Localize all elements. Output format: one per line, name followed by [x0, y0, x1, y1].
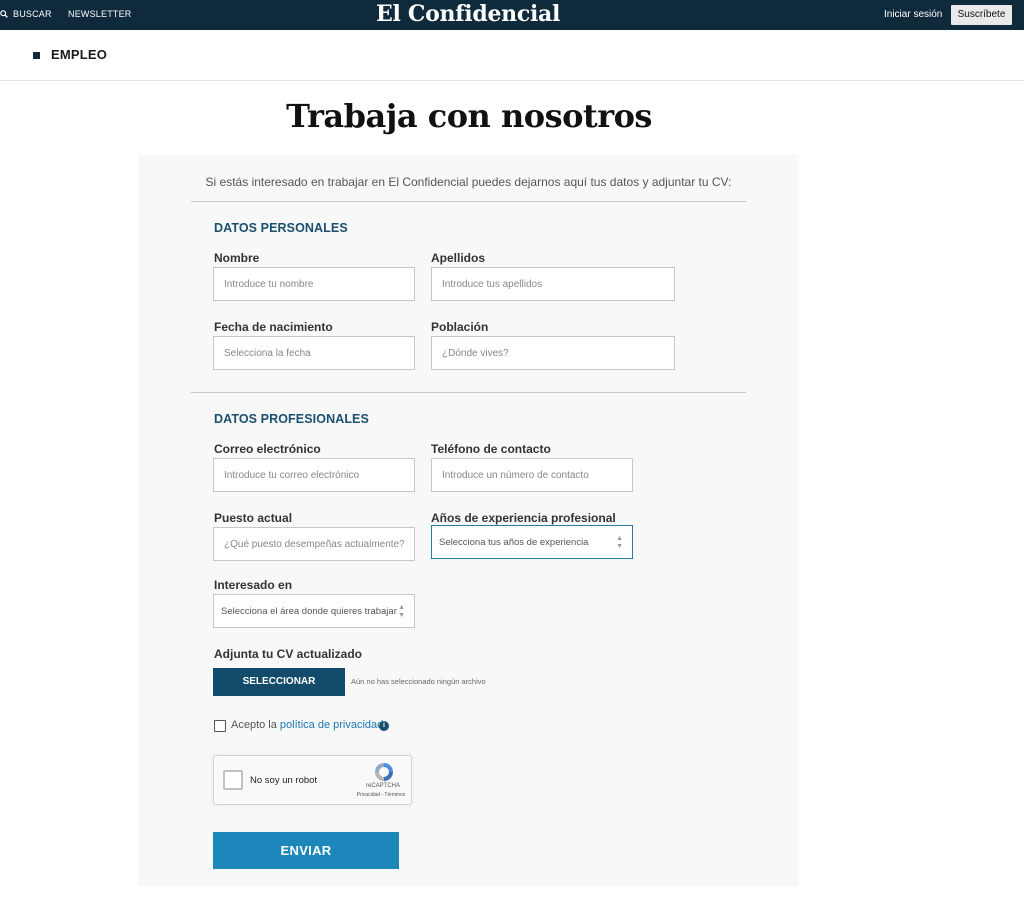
- recaptcha-checkbox[interactable]: [223, 770, 243, 790]
- select-file-button[interactable]: SELECCIONAR: [213, 668, 345, 696]
- divider: [191, 201, 746, 202]
- info-icon[interactable]: i: [379, 721, 389, 731]
- section-bar: EMPLEO: [0, 30, 1024, 81]
- section-bullet-icon: [33, 52, 40, 59]
- subscribe-button[interactable]: Suscríbete: [951, 5, 1012, 25]
- nombre-label: Nombre: [214, 251, 260, 265]
- poblacion-label: Población: [431, 320, 489, 334]
- form-intro: Si estás interesado en trabajar en El Co…: [205, 175, 732, 189]
- recaptcha-logo-icon: [375, 763, 393, 781]
- nombre-input[interactable]: [213, 267, 415, 301]
- recaptcha-terms-link[interactable]: Privacidad - Términos: [350, 792, 412, 798]
- privacy-prefix: Acepto la: [231, 719, 280, 731]
- personal-data-heading: DATOS PERSONALES: [214, 221, 348, 235]
- interesado-selected-value: Selecciona el área donde quieres trabaja…: [221, 605, 397, 617]
- recaptcha-widget: No soy un robot reCAPTCHA Privacidad - T…: [213, 755, 412, 805]
- experiencia-selected-value: Selecciona tus años de experiencia: [439, 536, 589, 548]
- correo-input[interactable]: [213, 458, 415, 492]
- select-arrows-icon: ▲ ▼: [616, 535, 623, 550]
- application-form: Si estás interesado en trabajar en El Co…: [138, 155, 799, 886]
- file-status-text: Aún no has seleccionado ningún archivo: [351, 677, 486, 686]
- select-arrows-icon: ▲ ▼: [398, 604, 405, 619]
- site-logo[interactable]: El Confidencial: [0, 1, 936, 27]
- recaptcha-label: No soy un robot: [250, 775, 318, 786]
- cv-label: Adjunta tu CV actualizado: [214, 647, 363, 661]
- telefono-label: Teléfono de contacto: [431, 442, 551, 456]
- divider: [191, 392, 746, 393]
- privacy-consent-text: Acepto la política de privacidad: [231, 719, 383, 731]
- submit-button[interactable]: ENVIAR: [213, 832, 399, 869]
- telefono-input[interactable]: [431, 458, 633, 492]
- fecha-nacimiento-input[interactable]: [213, 336, 415, 370]
- login-link[interactable]: Iniciar sesión: [884, 9, 942, 20]
- puesto-input[interactable]: [213, 527, 415, 561]
- recaptcha-brand: reCAPTCHA: [365, 783, 400, 789]
- correo-label: Correo electrónico: [214, 442, 321, 456]
- professional-data-heading: DATOS PROFESIONALES: [214, 412, 369, 426]
- top-navigation-bar: BUSCAR NEWSLETTER El Confidencial Inicia…: [0, 0, 1024, 30]
- interesado-select[interactable]: Selecciona el área donde quieres trabaja…: [213, 594, 415, 628]
- page-title: Trabaja con nosotros: [286, 97, 652, 135]
- apellidos-input[interactable]: [431, 267, 675, 301]
- privacy-checkbox[interactable]: [214, 720, 226, 732]
- puesto-label: Puesto actual: [214, 511, 293, 525]
- fecha-nacimiento-label: Fecha de nacimiento: [214, 320, 333, 334]
- interesado-label: Interesado en: [214, 578, 293, 592]
- experiencia-label: Años de experiencia profesional: [431, 511, 616, 525]
- experiencia-select[interactable]: Selecciona tus años de experiencia ▲ ▼: [431, 525, 633, 559]
- section-label[interactable]: EMPLEO: [51, 47, 107, 62]
- apellidos-label: Apellidos: [431, 251, 486, 265]
- privacy-policy-link[interactable]: política de privacidad: [280, 719, 383, 731]
- poblacion-input[interactable]: [431, 336, 675, 370]
